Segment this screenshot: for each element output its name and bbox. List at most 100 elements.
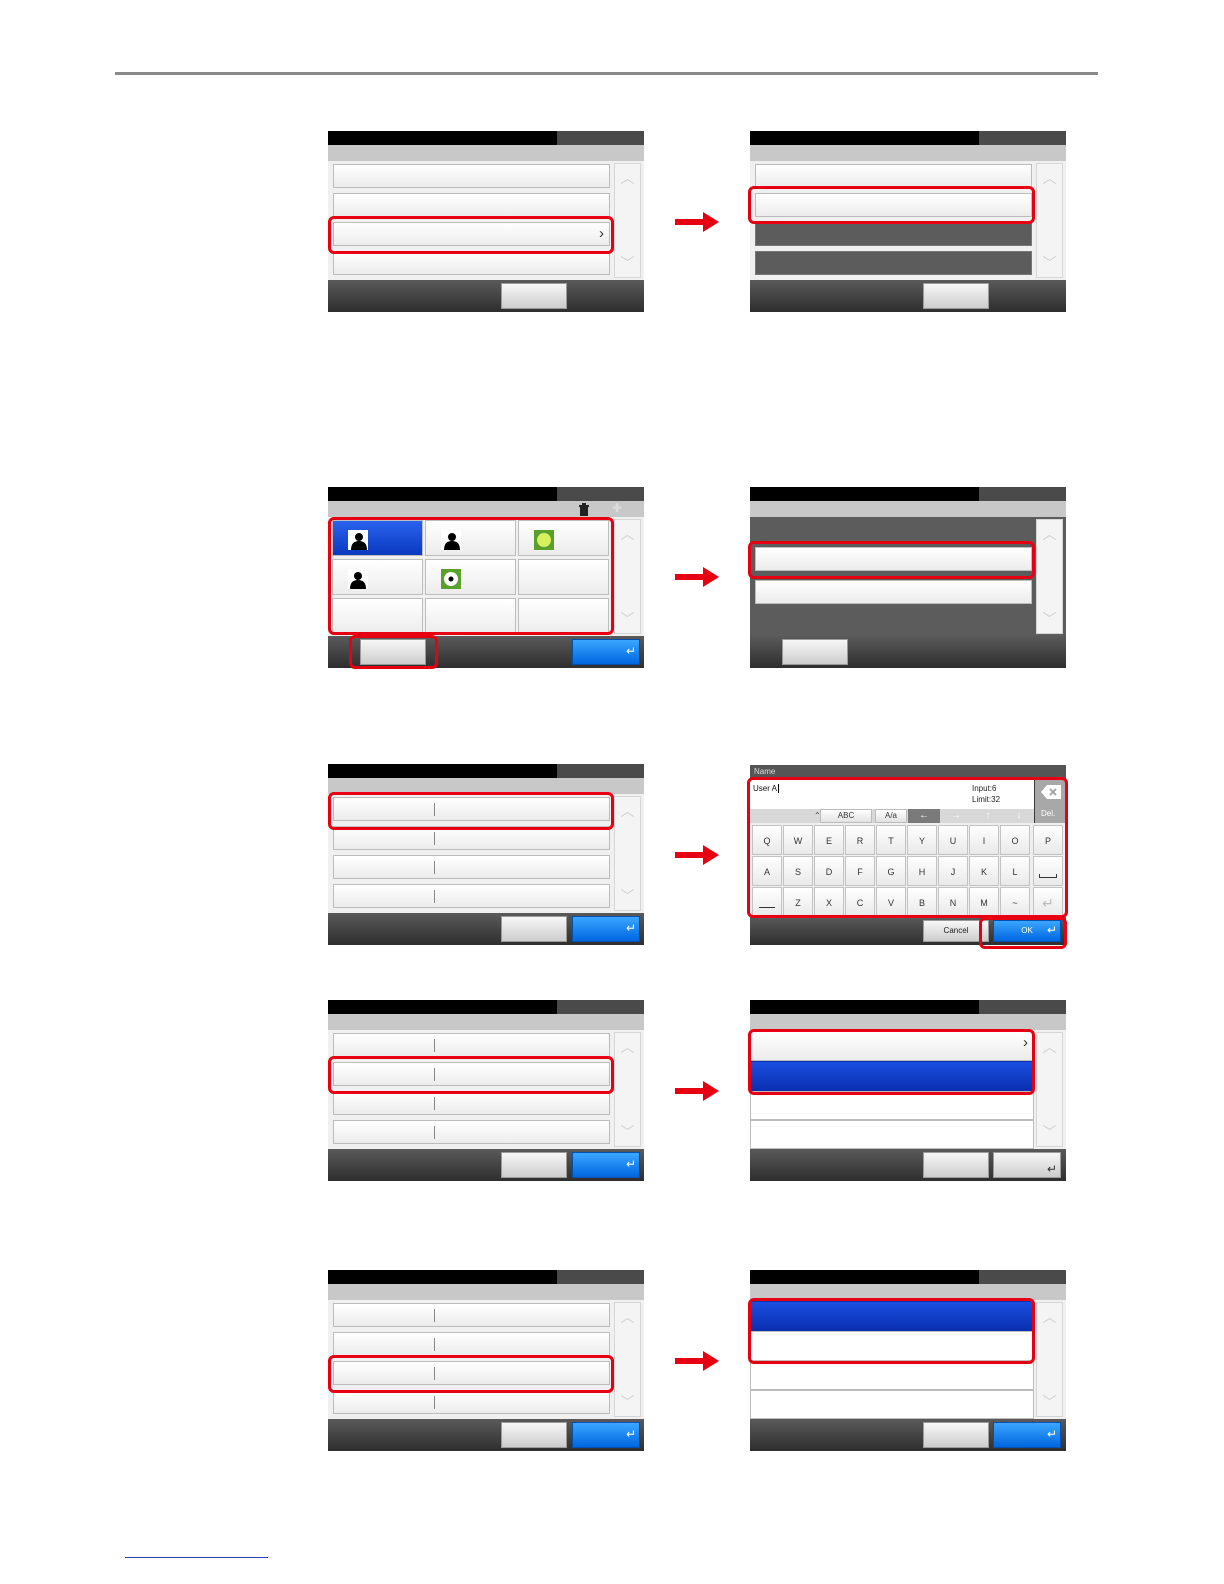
trash-icon[interactable] <box>577 502 591 516</box>
list-item[interactable] <box>333 1332 610 1356</box>
scroll-up-icon[interactable]: ︿ <box>617 522 638 546</box>
column-divider <box>434 861 435 874</box>
list-item[interactable] <box>333 1390 610 1414</box>
scroll-down-icon[interactable]: ﹀ <box>1039 251 1060 275</box>
footer-button[interactable] <box>923 1422 989 1448</box>
ok-button[interactable]: ↵ <box>572 1422 640 1448</box>
footer-button[interactable] <box>501 1152 567 1178</box>
scrollbar[interactable]: ︿ ﹀ <box>1036 1032 1063 1147</box>
footer-button[interactable] <box>501 1422 567 1448</box>
list-item[interactable] <box>333 251 610 275</box>
scroll-up-icon[interactable]: ︿ <box>617 799 638 823</box>
arrow-right-icon <box>675 1351 719 1371</box>
ok-button[interactable]: ↵ <box>572 1152 640 1178</box>
list-item[interactable] <box>750 1091 1034 1120</box>
enter-icon: ↵ <box>625 1427 636 1441</box>
screen-title-bar <box>328 1270 557 1284</box>
footer-button[interactable] <box>501 916 567 942</box>
footer-bar: ↵ <box>750 1419 1066 1451</box>
footer-bar: ↵ <box>328 913 644 945</box>
scroll-up-icon[interactable]: ︿ <box>617 1035 638 1059</box>
screen-title-bar <box>328 1000 557 1014</box>
scrollbar[interactable]: ︿ ﹀ <box>614 1032 641 1147</box>
highlight-box <box>328 792 614 830</box>
scrollbar[interactable]: ︿ ﹀ <box>614 1302 641 1417</box>
enter-icon: ↵ <box>1046 1162 1057 1176</box>
scroll-down-icon[interactable]: ﹀ <box>617 251 638 275</box>
list-item[interactable] <box>755 580 1032 604</box>
arrow-right-icon <box>675 845 719 865</box>
enter-icon: ↵ <box>1046 1427 1057 1441</box>
arrow-right-icon <box>675 212 719 232</box>
ok-button[interactable]: ↵ <box>572 916 640 942</box>
scroll-up-icon[interactable]: ︿ <box>1039 522 1060 546</box>
ok-button-disabled[interactable]: ↵ <box>993 1152 1061 1178</box>
footer-link-underline[interactable] <box>125 1557 268 1558</box>
scrollbar[interactable]: ︿ ﹀ <box>1036 519 1063 634</box>
scroll-up-icon[interactable]: ︿ <box>1039 166 1060 190</box>
screen-title-bar <box>750 131 979 145</box>
list-item[interactable] <box>750 1120 1034 1149</box>
scroll-down-icon[interactable]: ﹀ <box>1039 607 1060 631</box>
scrollbar[interactable]: ︿ ﹀ <box>614 519 641 634</box>
column-divider <box>434 1396 435 1409</box>
scroll-down-icon[interactable]: ﹀ <box>1039 1120 1060 1144</box>
highlight-box <box>747 777 1068 918</box>
list-item[interactable] <box>755 164 1032 188</box>
footer-bar <box>328 280 644 312</box>
scrollbar[interactable]: ︿ ﹀ <box>1036 1302 1063 1417</box>
list-item[interactable] <box>750 1390 1034 1419</box>
ok-button[interactable]: ↵ <box>993 1422 1061 1448</box>
highlight-box <box>979 917 1067 949</box>
highlight-box <box>748 186 1035 224</box>
scroll-down-icon[interactable]: ﹀ <box>1039 1390 1060 1414</box>
add-icon[interactable]: ✚ <box>612 501 622 515</box>
list-item[interactable] <box>333 884 610 908</box>
footer-bar <box>750 280 1066 312</box>
list-item[interactable] <box>333 855 610 879</box>
list-item[interactable] <box>333 1120 610 1144</box>
screen-header-strip <box>328 1284 644 1300</box>
scrollbar[interactable]: ︿ ﹀ <box>1036 163 1063 278</box>
scroll-up-icon[interactable]: ︿ <box>1039 1035 1060 1059</box>
scroll-up-icon[interactable]: ︿ <box>617 166 638 190</box>
scrollbar[interactable]: ︿ ﹀ <box>614 163 641 278</box>
highlight-box <box>748 1029 1035 1095</box>
screen-header-strip <box>750 1014 1066 1030</box>
highlight-box <box>328 216 614 254</box>
footer-button[interactable] <box>501 283 567 309</box>
column-divider <box>434 1126 435 1139</box>
highlight-box <box>748 1298 1035 1364</box>
footer-bar: ↵ <box>750 1149 1066 1181</box>
ok-button[interactable]: ↵ <box>572 639 640 665</box>
scroll-up-icon[interactable]: ︿ <box>617 1305 638 1329</box>
footer-button[interactable] <box>923 1152 989 1178</box>
list-item[interactable] <box>333 164 610 188</box>
footer-button[interactable] <box>782 639 848 665</box>
arrow-right-icon <box>675 567 719 587</box>
list-item[interactable] <box>333 1091 610 1115</box>
screen-title-bar <box>750 487 979 501</box>
enter-icon: ↵ <box>625 921 636 935</box>
scroll-down-icon[interactable]: ﹀ <box>617 607 638 631</box>
screen-header-strip: ✚ <box>328 501 644 517</box>
field-name-label: Name <box>754 767 776 776</box>
scroll-down-icon[interactable]: ﹀ <box>617 1120 638 1144</box>
scroll-down-icon[interactable]: ﹀ <box>617 884 638 908</box>
screen-title-bar <box>750 1000 979 1014</box>
list-item-empty <box>755 251 1032 275</box>
column-divider <box>434 1338 435 1351</box>
list-item[interactable] <box>333 1303 610 1327</box>
scroll-up-icon[interactable]: ︿ <box>1039 1305 1060 1329</box>
highlight-box <box>748 541 1035 579</box>
list-item[interactable] <box>750 1361 1034 1390</box>
enter-icon: ↵ <box>625 1157 636 1171</box>
footer-bar <box>750 636 1066 668</box>
screen-title-bar <box>328 131 557 145</box>
list-item[interactable] <box>333 193 610 217</box>
column-divider <box>434 1039 435 1052</box>
list-item[interactable] <box>333 1033 610 1057</box>
footer-button[interactable] <box>923 283 989 309</box>
scrollbar[interactable]: ︿ ﹀ <box>614 796 641 911</box>
scroll-down-icon[interactable]: ﹀ <box>617 1390 638 1414</box>
